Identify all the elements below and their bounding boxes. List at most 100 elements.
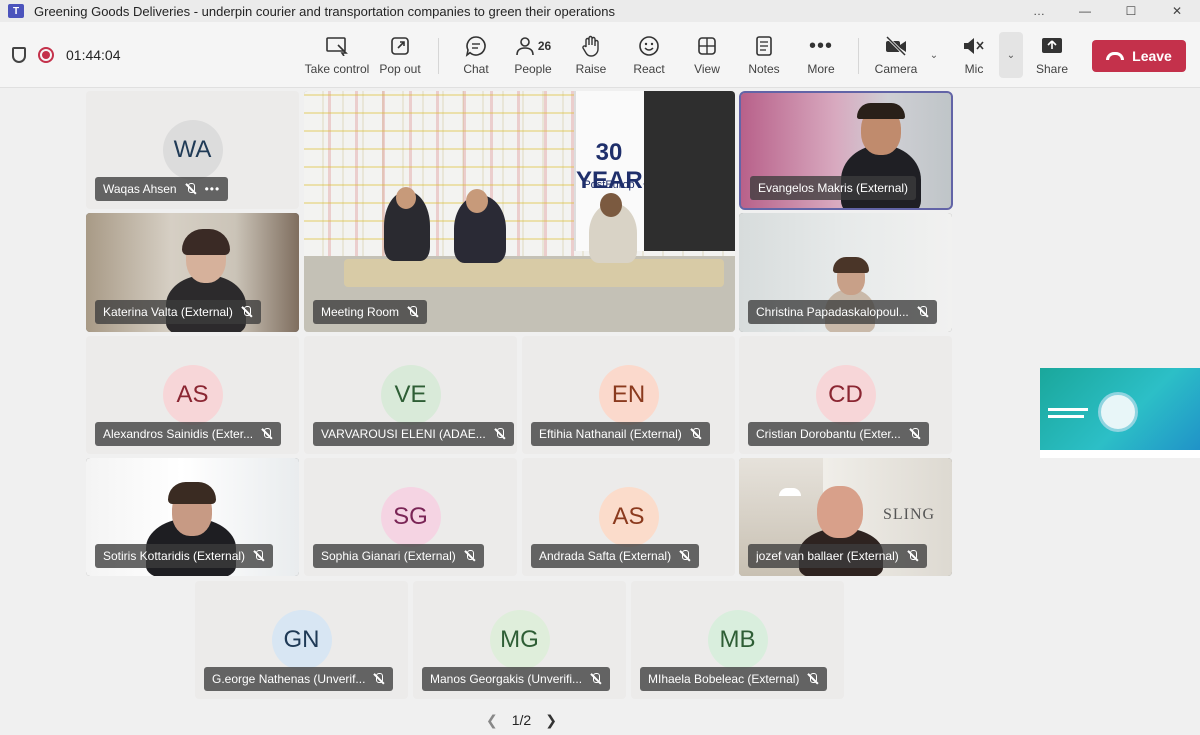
share-screen-icon	[1041, 34, 1063, 58]
minimize-icon[interactable]: —	[1062, 4, 1108, 18]
mic-muted-icon	[494, 428, 506, 440]
close-icon[interactable]: ✕	[1154, 4, 1200, 18]
raise-hand-icon	[581, 34, 601, 58]
camera-options-chevron-icon[interactable]: ⌄	[922, 32, 946, 78]
avatar: GN	[271, 610, 332, 670]
page-indicator: 1/2	[511, 712, 532, 728]
slide-title-line	[1048, 415, 1084, 418]
phone-hangup-icon	[1106, 52, 1125, 60]
camera-button[interactable]: Camera	[872, 22, 920, 88]
meeting-timer: 01:44:04	[66, 47, 121, 63]
react-button[interactable]: React	[630, 22, 668, 88]
toolbar-divider	[858, 38, 859, 74]
notes-icon	[755, 34, 773, 58]
participant-name-tag: jozef van ballaer (External)	[748, 544, 927, 568]
leave-label: Leave	[1132, 48, 1172, 64]
participant-tile-george[interactable]: GN G.eorge Nathenas (Unverif...	[195, 581, 408, 699]
participant-name-tag: Manos Georgakis (Unverifi...	[422, 667, 611, 691]
participant-name-tag: Andrada Safta (External)	[531, 544, 700, 568]
mic-button[interactable]: Mic	[956, 22, 992, 88]
participant-name-tag: Christina Papadaskalopoul...	[748, 300, 937, 324]
raise-hand-button[interactable]: Raise	[572, 22, 610, 88]
share-button[interactable]: Share	[1032, 22, 1072, 88]
mic-muted-icon	[407, 306, 419, 318]
mic-options-chevron-icon[interactable]: ⌄	[999, 32, 1023, 78]
participant-tile-jozef[interactable]: SLING jozef van ballaer (External)	[739, 458, 952, 576]
more-options-icon[interactable]: •••	[205, 182, 221, 196]
window-controls: … — ☐ ✕	[1016, 0, 1200, 22]
grid-view-icon	[697, 34, 717, 58]
globe-icon	[1098, 392, 1138, 432]
background-sign: SLING	[882, 506, 936, 523]
people-button[interactable]: 26 People	[508, 22, 558, 88]
maximize-icon[interactable]: ☐	[1108, 4, 1154, 18]
meeting-room-video: 30 YEARS PostEurop	[304, 91, 735, 332]
mic-muted-icon	[679, 550, 691, 562]
participant-tile-waqas[interactable]: WA Waqas Ahsen •••	[86, 91, 299, 209]
mic-muted-icon	[590, 673, 602, 685]
more-dots-icon: •••	[808, 34, 833, 57]
participant-tile-andrada[interactable]: AS Andrada Safta (External)	[522, 458, 735, 576]
mic-muted-icon	[962, 34, 986, 58]
more-button[interactable]: ••• More	[802, 22, 840, 88]
avatar: CD	[815, 365, 876, 425]
teams-logo-icon: T	[8, 4, 24, 18]
participant-tile-christina[interactable]: Christina Papadaskalopoul...	[739, 213, 952, 332]
previous-page-chevron-icon[interactable]: ❮	[486, 712, 498, 729]
participant-tile-mihaela[interactable]: MB MIhaela Bobeleac (External)	[631, 581, 844, 699]
participant-tile-varvarousi[interactable]: VE VARVAROUSI ELENI (ADAE...	[304, 336, 517, 454]
participant-name-tag: Meeting Room	[313, 300, 428, 324]
avatar: MB	[707, 610, 768, 670]
avatar: EN	[598, 365, 659, 425]
shared-content-thumbnail[interactable]	[1040, 368, 1200, 458]
leave-button[interactable]: Leave	[1092, 40, 1186, 72]
smiley-icon	[638, 34, 660, 58]
mic-muted-icon	[253, 550, 265, 562]
participant-name-tag: Eftihia Nathanail (External)	[531, 422, 710, 446]
next-page-chevron-icon[interactable]: ❯	[545, 712, 557, 729]
participant-name-tag: Cristian Dorobantu (Exter...	[748, 422, 929, 446]
window-more-icon[interactable]: …	[1016, 4, 1062, 18]
notes-button[interactable]: Notes	[744, 22, 784, 88]
participant-name-tag: G.eorge Nathenas (Unverif...	[204, 667, 394, 691]
participant-name-tag: Sophia Gianari (External)	[313, 544, 484, 568]
mic-muted-icon	[464, 550, 476, 562]
meeting-status: 01:44:04	[12, 22, 121, 88]
camera-off-icon	[884, 34, 908, 58]
people-icon	[516, 37, 534, 56]
take-control-button[interactable]: Take control	[304, 22, 370, 88]
participant-tile-sotiris[interactable]: Sotiris Kottaridis (External)	[86, 458, 299, 576]
avatar: WA	[162, 120, 223, 180]
participant-tile-evangelos[interactable]: Evangelos Makris (External)	[739, 91, 953, 210]
mic-muted-icon	[907, 550, 919, 562]
shield-icon[interactable]	[12, 47, 26, 63]
chat-button[interactable]: Chat	[456, 22, 496, 88]
mic-muted-icon	[185, 183, 197, 195]
mic-muted-icon	[807, 673, 819, 685]
participant-tile-alexandros[interactable]: AS Alexandros Sainidis (Exter...	[86, 336, 299, 454]
participant-tile-sophia[interactable]: SG Sophia Gianari (External)	[304, 458, 517, 576]
participant-name-tag: MIhaela Bobeleac (External)	[640, 667, 828, 691]
slide-title-line	[1048, 408, 1088, 411]
chat-icon	[465, 34, 487, 58]
avatar: AS	[162, 365, 223, 425]
brand-sign: PostEurop	[583, 179, 635, 191]
mic-muted-icon	[917, 306, 929, 318]
people-count: 26	[537, 39, 552, 53]
participant-tile-manos[interactable]: MG Manos Georgakis (Unverifi...	[413, 581, 626, 699]
participant-name-tag: Evangelos Makris (External)	[750, 176, 917, 200]
participant-tile-katerina[interactable]: Katerina Valta (External)	[86, 213, 299, 332]
participant-tile-cristian[interactable]: CD Cristian Dorobantu (Exter...	[739, 336, 952, 454]
recording-icon[interactable]	[38, 47, 54, 63]
avatar: MG	[489, 610, 550, 670]
mic-muted-icon	[909, 428, 921, 440]
pop-out-icon	[390, 34, 410, 58]
pop-out-button[interactable]: Pop out	[374, 22, 426, 88]
participant-name-tag: Sotiris Kottaridis (External)	[95, 544, 274, 568]
slide-footer-strip	[1040, 450, 1200, 458]
view-button[interactable]: View	[690, 22, 724, 88]
avatar: AS	[598, 487, 659, 547]
participant-tile-eftihia[interactable]: EN Eftihia Nathanail (External)	[522, 336, 735, 454]
mic-muted-icon	[373, 673, 385, 685]
participant-tile-meeting-room[interactable]: 30 YEARS PostEurop Meeting Room	[304, 91, 735, 332]
